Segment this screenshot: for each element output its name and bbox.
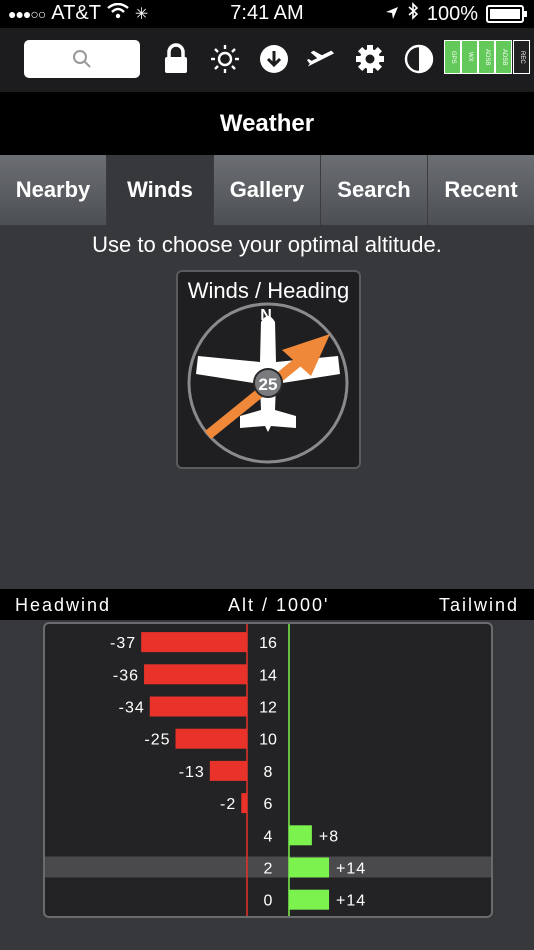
tab-gallery[interactable]: Gallery: [214, 155, 321, 225]
tab-recent[interactable]: Recent: [428, 155, 534, 225]
bar-value-label: +14: [336, 861, 366, 878]
rec-indicator: REC: [513, 40, 530, 74]
toolbar: GPS WX ADSB ADSB REC: [0, 28, 534, 92]
bar-value-label: +8: [319, 828, 339, 845]
bar-tailwind: [289, 825, 312, 846]
location-icon: [385, 3, 399, 26]
bar-headwind: [141, 632, 247, 653]
gear-icon[interactable]: [355, 44, 385, 74]
lock-icon[interactable]: [161, 43, 191, 74]
bar-value-label: -36: [113, 667, 139, 684]
page-title: Weather: [0, 92, 534, 155]
altitude-tick-label: 6: [264, 796, 273, 813]
altitude-tick-label: 8: [264, 764, 273, 781]
bar-headwind: [241, 793, 247, 814]
bar-headwind: [149, 696, 247, 717]
bluetooth-icon: [407, 2, 419, 26]
tab-search[interactable]: Search: [321, 155, 428, 225]
tab-nearby[interactable]: Nearby: [0, 155, 107, 225]
search-field[interactable]: [24, 40, 140, 78]
winds-aloft-chart: -37 16 -36 14 -34 12 -25 10 -13 8 -2 6 +8 4 +14 2 +14 0: [43, 622, 493, 918]
tab-winds[interactable]: Winds: [107, 155, 214, 225]
bar-value-label: -25: [144, 732, 170, 749]
bar-value-label: -37: [110, 635, 136, 652]
airplane-icon[interactable]: [306, 44, 336, 74]
adsb-indicator-2: ADSB: [495, 40, 512, 74]
search-icon: [73, 50, 91, 68]
altitude-tick-label: 12: [259, 700, 277, 717]
wx-indicator: WX: [461, 40, 478, 74]
gps-indicator: GPS: [444, 40, 461, 74]
tab-bar: Nearby Winds Gallery Search Recent: [0, 155, 534, 225]
bar-headwind: [175, 728, 247, 749]
altitude-tick-label: 10: [259, 732, 277, 749]
widget-label: Winds / Heading: [187, 278, 350, 303]
bar-tailwind: [289, 889, 330, 910]
subtitle: Use to choose your optimal altitude.: [92, 232, 442, 257]
north-label: N: [260, 307, 272, 324]
adsb-indicator: ADSB: [478, 40, 495, 74]
battery-icon: [486, 5, 527, 23]
bar-value-label: +14: [336, 893, 366, 910]
altitude-tick-label: 16: [259, 635, 277, 652]
bar-value-label: -34: [119, 700, 145, 717]
download-icon[interactable]: [259, 44, 289, 74]
winds-chart-svg: -37 16 -36 14 -34 12 -25 10 -13 8 -2 6 +8 4 +14 2 +14 0: [45, 624, 491, 916]
contrast-icon[interactable]: [404, 44, 434, 74]
bar-headwind: [209, 760, 247, 781]
brightness-icon[interactable]: [210, 44, 240, 74]
winds-heading-widget[interactable]: N 25 Winds / Heading: [176, 270, 361, 469]
bar-value-label: -13: [179, 764, 205, 781]
battery-label: 100%: [426, 2, 478, 25]
bar-headwind: [144, 664, 247, 685]
altitude-tick-label: 4: [264, 828, 273, 845]
chart-axis-header: Headwind Alt / 1000' Tailwind: [0, 589, 534, 620]
altitude-tick-label: 14: [259, 667, 277, 684]
wind-speed-label: 25: [259, 375, 278, 394]
bar-value-label: -2: [220, 796, 236, 813]
status-bar: ●●●○○ AT&T ✳ 7:41 AM 100%: [0, 0, 534, 28]
altitude-tick-label: 0: [264, 893, 273, 910]
altitude-label: Alt / 1000': [228, 595, 330, 615]
altitude-tick-label: 2: [264, 861, 273, 878]
tailwind-label: Tailwind: [438, 595, 519, 615]
bar-tailwind: [289, 857, 330, 878]
headwind-label: Headwind: [15, 595, 112, 615]
